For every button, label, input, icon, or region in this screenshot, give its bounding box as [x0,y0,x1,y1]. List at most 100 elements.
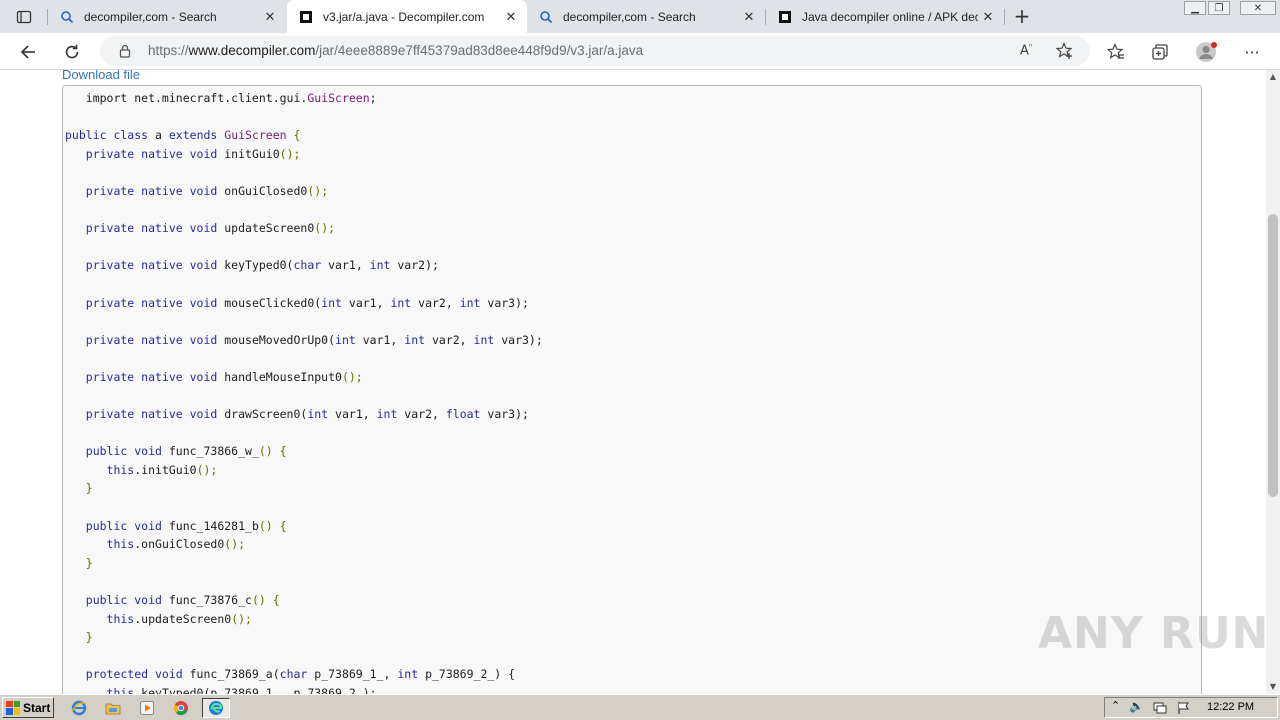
plus-icon: + [1013,4,1031,28]
collections-icon [1152,44,1168,60]
media-player-icon [140,701,154,715]
scroll-up-icon[interactable]: ▲ [1266,72,1280,84]
close-tab-icon[interactable]: ✕ [501,9,521,25]
taskbar: Start ⌃ 🔈 12:22 PM [0,694,1280,720]
tab-title: decompiler,com - Search [84,9,217,24]
chrome-icon [173,701,188,716]
lock-icon[interactable] [118,44,132,58]
code-line: } [65,555,93,570]
source-code: import net.minecraft.client.gui.GuiScree… [65,89,543,694]
code-line: private native void drawScreen0(int var1… [65,407,529,422]
start-label: Start [23,700,51,715]
code-line: protected void func_73869_a(char p_73869… [65,667,516,682]
code-line: public void func_73876_c() { [65,593,280,608]
code-line: private native void keyTyped0(char var1,… [65,258,439,273]
tab-title: Java decompiler online / APK dec [802,9,978,24]
favorites-icon [1107,43,1124,59]
tab-actions-button[interactable] [7,6,41,28]
new-tab-button[interactable]: + [1010,5,1034,29]
decompiler-icon [300,10,312,23]
explorer-taskbar-icon[interactable] [102,698,124,718]
ellipsis-icon: ··· [1244,42,1260,62]
taskbar-clock[interactable]: 12:22 PM [1207,701,1254,713]
decompiler-icon [779,10,791,23]
page-content: Download file import net.minecraft.clien… [0,70,1266,694]
code-line: private native void mouseMovedOrUp0(int … [65,332,543,347]
code-line: this.keyTyped0(p_73869_1_, p_73869_2_); [65,686,377,694]
code-line: public class a extends GuiScreen { [65,128,301,143]
tab-separator [1004,9,1005,25]
collections-button[interactable] [1146,38,1174,66]
action-center-flag-icon[interactable] [1177,701,1191,715]
profile-button[interactable] [1192,38,1220,66]
tab-title: v3.jar/a.java - Decompiler.com [323,9,485,24]
minimize-icon: ▁ [1191,2,1199,14]
favorites-button[interactable] [1102,38,1130,66]
code-line: } [65,630,93,645]
navigation-bar: https://www.decompiler.com/jar/4eee8889e… [0,33,1280,70]
code-line: private native void onGuiClosed0(); [65,183,329,198]
network-icon[interactable] [1153,701,1167,715]
close-tab-icon[interactable]: ✕ [978,9,998,25]
close-tab-icon[interactable]: ✕ [739,9,759,25]
address-bar[interactable]: https://www.decompiler.com/jar/4eee8889e… [100,36,1090,66]
restore-icon: ❐ [1214,2,1224,14]
code-line: } [65,481,93,496]
url-text[interactable]: https://www.decompiler.com/jar/4eee8889e… [148,43,643,58]
code-line: private native void initGui0(); [65,146,301,161]
show-hidden-icons-icon[interactable]: ⌃ [1111,699,1120,712]
tab-decompiler-active[interactable]: v3.jar/a.java - Decompiler.com ✕ [287,0,527,33]
folder-icon [105,703,121,715]
internet-explorer-icon [71,700,87,716]
media-player-taskbar-icon[interactable] [136,698,158,718]
edge-taskbar-icon[interactable] [202,698,230,718]
minimize-button[interactable]: ▁ [1184,1,1206,15]
windows-logo-icon [6,700,20,715]
code-line: public void func_73866_w_() { [65,444,287,459]
refresh-icon [65,44,79,59]
tab-search-1[interactable]: decompiler,com - Search ✕ [48,0,286,33]
url-host: www.decompiler.com [188,43,316,58]
start-button[interactable]: Start [2,697,54,718]
code-line: private native void updateScreen0(); [65,221,336,236]
back-arrow-icon [20,45,35,59]
anyrun-watermark: ANY RUN [1038,608,1270,659]
url-prefix: https:// [148,43,189,58]
restore-button[interactable]: ❐ [1208,1,1230,15]
tab-java-decompiler[interactable]: Java decompiler online / APK dec ✕ [766,0,1004,33]
tab-search-2[interactable]: decompiler,com - Search ✕ [527,0,765,33]
read-aloud-icon[interactable]: Aⁿ [1020,42,1032,58]
search-icon [61,10,74,23]
refresh-button[interactable] [58,38,86,66]
ie-taskbar-icon[interactable] [68,698,90,718]
tab-strip: decompiler,com - Search ✕ v3.jar/a.java … [0,0,1280,33]
url-path: /jar/4eee8889e7ff45379ad83d8ee448f9d9/v3… [315,43,644,58]
volume-icon[interactable]: 🔈 [1129,699,1144,713]
tab-actions-icon [16,10,32,24]
scrollbar-thumb[interactable] [1268,214,1278,497]
download-file-link[interactable]: Download file [62,70,140,82]
edge-icon [209,701,223,715]
code-line: private native void mouseClicked0(int va… [65,295,529,310]
close-tab-icon[interactable]: ✕ [260,9,280,25]
close-window-button[interactable]: ✕ [1240,1,1276,15]
chrome-taskbar-icon[interactable] [170,698,192,718]
vertical-scrollbar[interactable]: ▲ ▼ [1266,70,1280,694]
more-options-button[interactable]: ··· [1238,38,1266,66]
back-button[interactable] [14,38,42,66]
code-line: import net.minecraft.client.gui.GuiScree… [65,91,377,105]
add-favorite-icon[interactable] [1056,42,1074,60]
code-line: this.updateScreen0(); [65,611,252,626]
scroll-down-icon[interactable]: ▼ [1266,682,1280,694]
close-icon: ✕ [1253,2,1263,14]
